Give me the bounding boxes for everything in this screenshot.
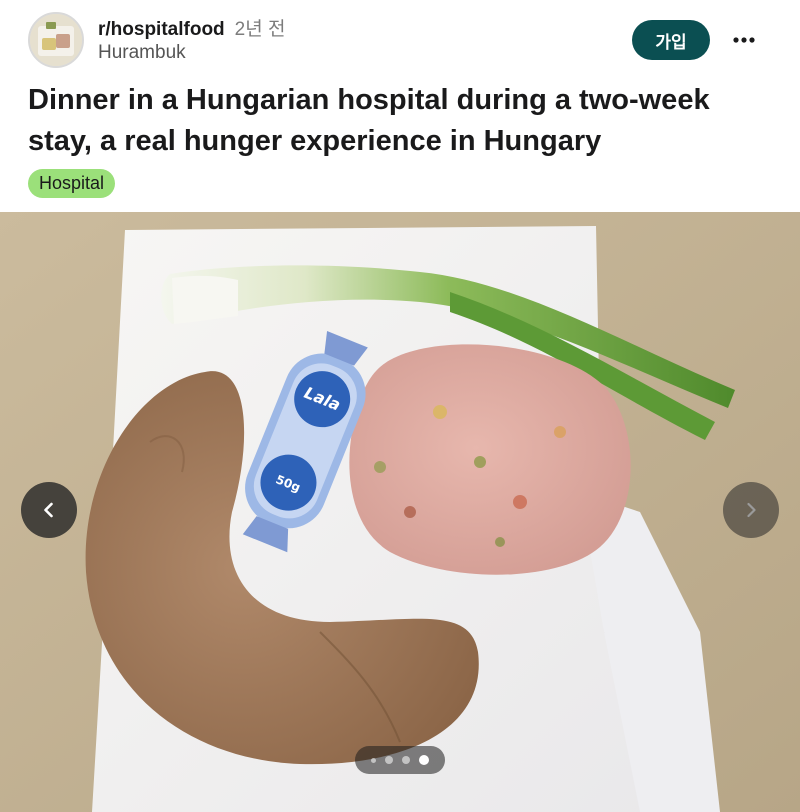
gallery-dot-3[interactable]	[402, 756, 410, 764]
gallery-dot-2[interactable]	[385, 756, 393, 764]
post-title[interactable]: Dinner in a Hungarian hospital during a …	[28, 80, 768, 162]
author-name[interactable]: Hurambuk	[98, 42, 186, 64]
gallery-pagination	[355, 746, 445, 774]
post-meta: r/hospitalfood 2년 전	[98, 14, 285, 41]
join-button[interactable]: 가입	[632, 20, 710, 60]
subreddit-name[interactable]: r/hospitalfood	[98, 19, 225, 40]
more-horizontal-icon	[733, 37, 755, 43]
previous-image-button[interactable]	[21, 482, 77, 538]
subreddit-avatar[interactable]	[28, 12, 84, 68]
post-time: 2년 전	[234, 19, 286, 40]
post-flair[interactable]: Hospital	[28, 169, 116, 198]
post-photo: Lala 50g	[0, 212, 800, 812]
more-options-button[interactable]	[724, 20, 764, 60]
gallery-dot-1[interactable]	[371, 757, 376, 763]
avatar-image	[30, 14, 82, 66]
next-image-button[interactable]	[723, 482, 779, 538]
gallery-dot-4-active[interactable]	[419, 755, 429, 765]
post-header: r/hospitalfood 2년 전 Hurambuk 가입 Dinner in…	[0, 0, 800, 212]
post-image-gallery[interactable]: Lala 50g	[0, 212, 800, 812]
chevron-right-icon	[747, 502, 756, 518]
chevron-left-icon	[44, 502, 53, 518]
